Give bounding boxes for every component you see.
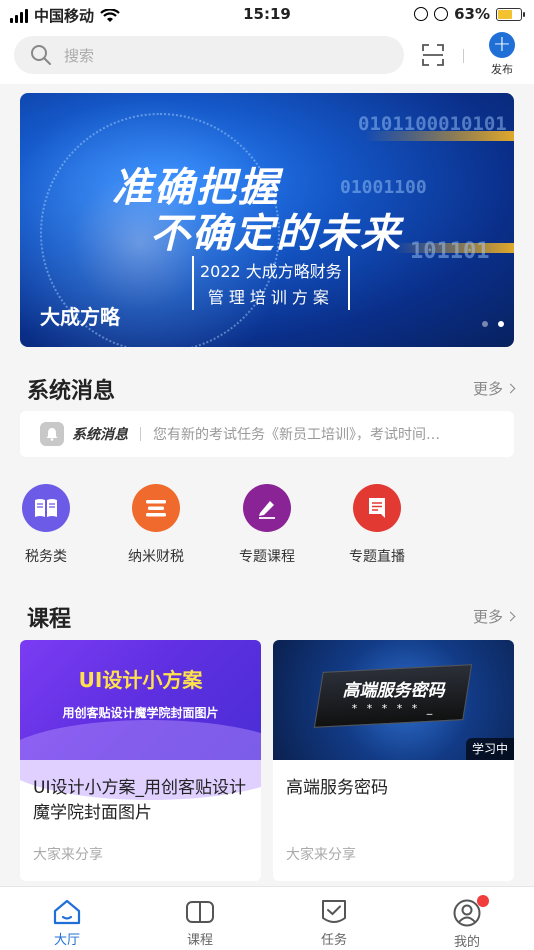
tab-label: 课程: [186, 933, 213, 948]
list-icon: [132, 484, 180, 532]
section-title-courses: 课程: [27, 607, 72, 632]
wifi-icon: [100, 8, 120, 22]
course-thumbnail: UI设计小方案 用创客贴设计魔学院封面图片: [20, 640, 261, 800]
search-icon: [31, 45, 51, 65]
thumbnail-password-stars: * * * * * _: [351, 702, 436, 715]
quick-menu-label: 税务类: [25, 549, 67, 565]
quick-menu-label: 纳米财税: [128, 549, 184, 565]
section-title-messages: 系统消息: [27, 379, 116, 404]
search-bar[interactable]: 搜索: [14, 36, 404, 74]
tab-hall[interactable]: 大厅: [37, 899, 97, 948]
banner-binary-text: 01001100: [340, 177, 427, 198]
quick-menu-nano-finance[interactable]: 纳米财税: [128, 484, 184, 566]
battery-icon: [496, 7, 525, 21]
publish-button[interactable]: + 发布: [484, 32, 520, 77]
header-divider: [463, 49, 464, 63]
thumbnail-title: UI设计小方案: [78, 668, 203, 692]
course-author: 大家来分享: [286, 847, 356, 863]
book-icon: [22, 484, 70, 532]
tab-label: 任务: [320, 933, 347, 948]
studying-badge: 学习中: [465, 738, 514, 760]
book-open-icon: [186, 901, 214, 923]
quick-menu-label: 专题课程: [239, 549, 295, 565]
course-card[interactable]: UI设计小方案 用创客贴设计魔学院封面图片 UI设计小方案_用创客贴设计魔学院封…: [20, 640, 261, 881]
notification-badge: [477, 895, 489, 907]
course-title: 高端服务密码: [286, 778, 388, 798]
notice-label: 系统消息: [72, 427, 128, 443]
banner-subtitle: 2022 大成方略财务 管理培训方案: [192, 256, 350, 310]
more-messages-link[interactable]: 更多: [472, 378, 516, 399]
bell-icon: [40, 422, 64, 446]
search-placeholder: 搜索: [64, 46, 95, 65]
pen-icon: [243, 484, 291, 532]
chevron-right-icon: [505, 383, 516, 394]
more-courses-link[interactable]: 更多: [472, 606, 516, 627]
banner-binary-text: 0101100010101: [358, 113, 507, 135]
carrier-name: 中国移动: [34, 7, 95, 25]
banner-caption: 大成方略: [40, 305, 120, 329]
publish-label: 发布: [491, 63, 513, 76]
quick-menu-label: 专题直播: [349, 549, 405, 565]
banner-headline: 不确定的未来: [150, 211, 402, 257]
header: 搜索 + 发布: [0, 28, 534, 84]
tab-tasks[interactable]: 任务: [304, 899, 364, 948]
thumbnail-title: 高端服务密码: [342, 681, 445, 701]
carousel-dot[interactable]: [482, 321, 488, 327]
tab-label: 我的: [453, 935, 480, 950]
banner-carousel[interactable]: 0101100010101 01001100 101101 准确把握 不确定的未…: [20, 93, 514, 347]
home-icon: [53, 899, 81, 925]
more-label: 更多: [472, 608, 503, 626]
course-thumbnail: 高端服务密码 * * * * * _ 学习中: [273, 640, 514, 760]
notice-text: 您有新的考试任务《新员工培训》，考试时间…: [153, 427, 440, 443]
banner-binary-text: 101101: [410, 239, 490, 264]
course-title: UI设计小方案_用创客贴设计魔学院封面图片: [33, 778, 246, 823]
signal-icon: [10, 8, 28, 23]
banner-subtitle-line: 2022 大成方略财务: [200, 262, 342, 281]
carousel-indicator: [482, 321, 504, 327]
tab-courses[interactable]: 课程: [170, 899, 230, 948]
quick-menu-topic-live[interactable]: 专题直播: [349, 484, 405, 566]
notice-divider: [140, 427, 141, 441]
more-label: 更多: [472, 380, 503, 398]
system-notice[interactable]: 系统消息 您有新的考试任务《新员工培训》，考试时间…: [20, 411, 514, 457]
chevron-right-icon: [505, 611, 516, 622]
tab-bar: 大厅 课程 任务 我的: [0, 886, 534, 950]
tab-label: 大厅: [53, 933, 80, 948]
task-check-icon: [322, 900, 346, 923]
document-icon: [353, 484, 401, 532]
tab-mine[interactable]: 我的: [437, 895, 497, 950]
status-bar: 中国移动 15:19 63%: [0, 0, 534, 28]
battery-percent: 63%: [454, 5, 490, 23]
quick-menu-topic-course[interactable]: 专题课程: [239, 484, 295, 566]
course-author: 大家来分享: [33, 847, 103, 863]
thumbnail-subtitle: 用创客贴设计魔学院封面图片: [62, 706, 219, 720]
alarm-icon: [434, 7, 449, 21]
plus-icon: +: [489, 32, 515, 58]
banner-subtitle-line: 管理培训方案: [207, 288, 334, 307]
quick-menu-tax[interactable]: 税务类: [18, 484, 74, 566]
course-card[interactable]: 高端服务密码 * * * * * _ 学习中 高端服务密码 大家来分享: [273, 640, 514, 881]
scan-icon[interactable]: [422, 44, 444, 66]
carousel-dot-active[interactable]: [498, 321, 504, 327]
rotation-lock-icon: [414, 7, 429, 21]
